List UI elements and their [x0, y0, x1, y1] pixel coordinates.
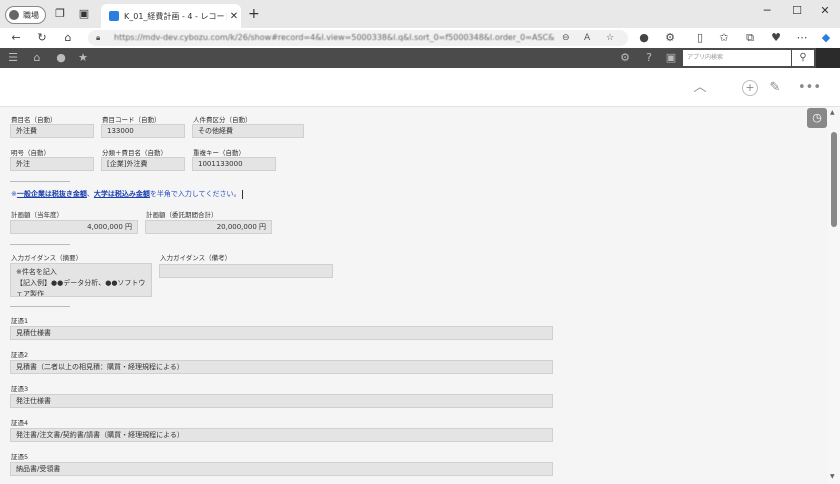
menu-icon[interactable]: ☰ — [6, 51, 20, 65]
vertical-scrollbar[interactable]: ▲ ▼ — [828, 107, 840, 484]
field-label-item-no: 明号（自動） — [11, 149, 50, 157]
profile-button[interactable]: 職場 — [5, 6, 46, 24]
field-guidance-summary: ※件名を記入 【記入例】●●データ分析、●●ソフトウェア製作 — [10, 263, 152, 297]
extensions-icon[interactable]: ⚙ — [662, 31, 678, 45]
field-label-category-expense: 分類＋費目名（自動） — [102, 149, 167, 157]
avatar — [9, 10, 19, 20]
address-bar[interactable]: 🔒︎ https://mdv-dev.cybozu.com/k/26/show#… — [88, 30, 628, 46]
field-evidence-3: 発注仕様書 — [10, 394, 553, 408]
field-expense-name: 外注費 — [10, 124, 94, 138]
field-label-personnel-category: 人件費区分（自動） — [193, 116, 252, 124]
note-separator: 、 — [86, 190, 94, 198]
field-label-evidence-2: 証憑2 — [11, 351, 29, 359]
favorites-icon[interactable]: ✩ — [716, 31, 732, 45]
extension-icon[interactable]: ● — [636, 31, 652, 45]
field-duplicate-key: 1001133000 — [192, 157, 276, 171]
side-panel-toggle-icon[interactable]: ◷ — [807, 108, 827, 128]
field-item-no: 外注 — [10, 157, 94, 171]
minimize-icon[interactable]: ─ — [752, 4, 782, 17]
field-label-evidence-1: 証憑1 — [11, 317, 29, 325]
field-evidence-5: 納品書/受領書 — [10, 462, 553, 476]
tab-title: K_01_経費計画 - 4 - レコードの詳細 — [124, 11, 227, 21]
header-spacer — [816, 48, 840, 68]
collections-icon[interactable]: ⧉ — [742, 31, 758, 45]
field-evidence-1: 見積仕様書 — [10, 326, 553, 340]
active-tab[interactable]: K_01_経費計画 - 4 - レコードの詳細 ✕ — [101, 4, 241, 28]
field-evidence-2: 見積書（二者以上の相見積：購買・経理規程による） — [10, 360, 553, 374]
field-evidence-4: 発注書/注文書/契約書/請書（購買・経理規程による） — [10, 428, 553, 442]
maximize-icon[interactable]: ☐ — [782, 4, 812, 17]
help-icon[interactable]: ? — [642, 51, 656, 65]
more-menu-icon[interactable]: ⋯ — [794, 31, 810, 45]
note-university-rule: 大学は税込み金額 — [93, 190, 150, 198]
field-label-plan-amount: 計画額（当年度） — [11, 211, 63, 219]
copilot-icon[interactable]: ◆ — [818, 31, 834, 45]
favorites-star-icon[interactable]: ★ — [76, 51, 90, 65]
scroll-up-icon[interactable]: ▲ — [830, 109, 835, 116]
url-text: https://mdv-dev.cybozu.com/k/26/show#rec… — [114, 33, 554, 42]
field-label-guidance-remarks: 入力ガイダンス（備考） — [160, 254, 232, 262]
field-category-expense: [企業]外注費 — [101, 157, 185, 171]
tab-actions-icon[interactable]: ▣ — [77, 7, 91, 21]
field-label-evidence-5: 証憑5 — [11, 453, 29, 461]
refresh-icon[interactable]: ↻ — [34, 31, 50, 45]
app-search-input[interactable]: アプリ内検索 — [683, 50, 791, 66]
scroll-down-icon[interactable]: ▼ — [830, 473, 835, 480]
field-expense-code: 133000 — [101, 124, 185, 138]
field-label-duplicate-key: 重複キー（自動） — [193, 149, 245, 157]
close-tab-icon[interactable]: ✕ — [227, 11, 241, 22]
field-personnel-category: その他経費 — [192, 124, 304, 138]
kintone-favicon-icon — [109, 11, 119, 21]
text-cursor — [242, 189, 244, 199]
read-aloud-icon[interactable]: A — [584, 30, 590, 46]
divider — [10, 181, 70, 182]
portal-home-icon[interactable]: ⌂ — [30, 51, 44, 65]
search-icon[interactable]: ⚲ — [792, 50, 814, 66]
note-suffix: を半角で入力してください。 — [149, 190, 241, 198]
field-label-plan-total: 計画額（委託期間合計） — [146, 211, 218, 219]
profile-label: 職場 — [23, 10, 39, 20]
notification-bell-icon[interactable]: ● — [54, 51, 68, 65]
field-label-guidance-summary: 入力ガイダンス（摘要） — [11, 254, 83, 262]
divider — [10, 244, 70, 245]
kintone-header: ☰ ⌂ ● ★ ⚙ ? ▣ アプリ内検索 ⚲ — [0, 48, 840, 68]
scrollbar-thumb[interactable] — [831, 132, 837, 227]
home-icon[interactable]: ⌂ — [60, 31, 76, 45]
field-plan-total: 20,000,000 円 — [145, 220, 272, 234]
workspaces-icon[interactable]: ❐ — [53, 7, 67, 21]
back-icon[interactable]: ← — [8, 31, 24, 45]
browser-toolbar: ← ↻ ⌂ 🔒︎ https://mdv-dev.cybozu.com/k/26… — [0, 28, 840, 49]
field-plan-amount: 4,000,000 円 — [10, 220, 138, 234]
account-icon[interactable]: ▣ — [664, 51, 678, 65]
new-tab-icon[interactable]: + — [248, 6, 260, 22]
divider — [10, 306, 70, 307]
edit-record-icon[interactable]: ✎ — [767, 80, 783, 96]
browser-tab-strip: 職場 ❐ ▣ K_01_経費計画 - 4 - レコードの詳細 ✕ + ─ ☐ ✕ — [0, 0, 840, 28]
collapse-chevron-up-icon[interactable]: ︿ — [692, 80, 708, 96]
zoom-icon[interactable]: ⊖ — [562, 30, 570, 46]
split-screen-icon[interactable]: ▯ — [692, 31, 708, 45]
favorite-star-icon[interactable]: ☆ — [606, 30, 614, 46]
record-action-bar: ︿ + ✎ ••• — [0, 68, 840, 107]
field-label-expense-code: 費目コード（自動） — [102, 116, 161, 124]
field-label-expense-name: 費目名（自動） — [11, 116, 57, 124]
field-label-evidence-3: 証憑3 — [11, 385, 29, 393]
record-detail-form: 費目名（自動） 外注費 費目コード（自動） 133000 人件費区分（自動） そ… — [0, 107, 828, 484]
note-company-rule: 一般企業は税抜き金額 — [16, 190, 87, 198]
close-window-icon[interactable]: ✕ — [810, 4, 840, 17]
field-guidance-remarks — [159, 264, 333, 278]
browser-essentials-icon[interactable]: ♥ — [768, 31, 784, 45]
more-options-icon[interactable]: ••• — [798, 80, 821, 96]
add-record-icon[interactable]: + — [742, 80, 758, 96]
settings-gear-icon[interactable]: ⚙ — [618, 51, 632, 65]
field-label-evidence-4: 証憑4 — [11, 419, 29, 427]
input-instruction-note: ※一般企業は税抜き金額、大学は税込み金額を半角で入力してください。 — [11, 189, 244, 199]
lock-icon: 🔒︎ — [96, 33, 101, 42]
